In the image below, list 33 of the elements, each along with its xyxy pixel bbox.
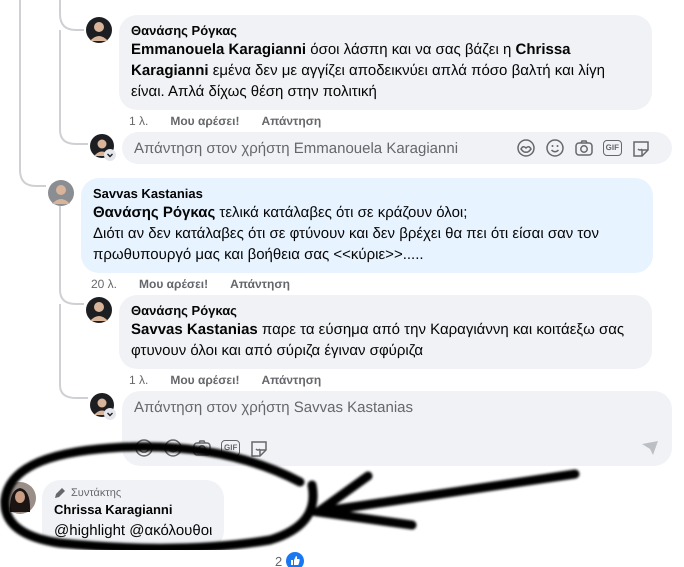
author-name[interactable]: Θανάσης Ρόγκας: [131, 303, 640, 319]
reply-placeholder: Απάντηση στον χρήστη Savvas Kastanias: [134, 399, 414, 418]
own-avatar[interactable]: [90, 134, 116, 162]
reply-placeholder: Απάντηση στον χρήστη Emmanouela Karagianni: [134, 140, 460, 156]
comment-text: @highlight @ακόλουθοι: [54, 521, 212, 541]
pen-icon: [54, 487, 66, 499]
comment-time[interactable]: 1 λ.: [129, 373, 148, 387]
reply-link[interactable]: Απάντηση: [230, 277, 290, 291]
camera-icon[interactable]: [192, 438, 212, 458]
like-link[interactable]: Μου αρέσει!: [170, 114, 240, 128]
emoji-icon[interactable]: [163, 438, 183, 458]
reply-link[interactable]: Απάντηση: [261, 114, 322, 128]
reaction-count[interactable]: 2: [275, 554, 282, 567]
avatar-sticker-icon[interactable]: [134, 438, 154, 458]
reply-field[interactable]: Απάντηση στον χρήστη Emmanouela Karagianni GIF: [122, 132, 672, 164]
author-name[interactable]: Chrissa Karagianni: [54, 502, 212, 518]
gif-icon[interactable]: GIF: [221, 440, 240, 456]
reply-field[interactable]: Απάντηση στον χρήστη Savvas Kastanias GIF: [122, 391, 672, 466]
comment-text: Savvas Kastanias παρε τα εύσημα από την Καραγιάννη και κοιτάεξω σας φτυνουν όλοι και από σύριζα έγιναν σφύριζα: [131, 320, 626, 361]
comment-time[interactable]: 1 λ.: [129, 114, 148, 128]
comment-text: Emmanouela Karagianni όσοι λάσπη και να σας βάζει η Chrissa Karagianni εμένα δεν με αγγίζει αποδεικνύει απλά πόσο βαλτή και λίγη είναι. Απλά δίχως θέση στην πολιτική: [131, 40, 606, 102]
comment-time[interactable]: 20 λ.: [91, 277, 118, 291]
like-link[interactable]: Μου αρέσει!: [170, 373, 240, 387]
like-link[interactable]: Μου αρέσει!: [139, 277, 208, 291]
own-avatar[interactable]: [90, 393, 116, 421]
reply-link[interactable]: Απάντηση: [261, 373, 322, 387]
author-name[interactable]: Θανάσης Ρόγκας: [131, 23, 640, 39]
author-name[interactable]: Savvas Kastanias: [93, 186, 641, 202]
avatar[interactable]: [86, 17, 112, 43]
comment-text: Θανάσης Ρόγκας τελικά κατάλαβες ότι σε κράζουν όλοι; Διότι αν δεν κατάλαβες ότι σε φτύνουν και δεν βρέχει θα πει ότι είσαι σαν τον πρωθυπουργό μας και βοήθεια σας <<κύριε>>.....: [93, 203, 600, 265]
avatar[interactable]: [86, 297, 112, 323]
gif-icon[interactable]: GIF: [602, 140, 622, 156]
author-role-label: Συντάκτης: [71, 487, 122, 499]
